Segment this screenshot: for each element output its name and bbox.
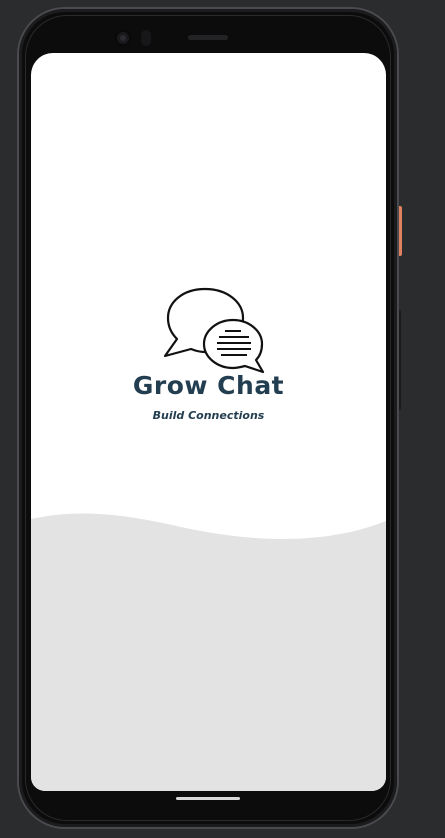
power-button[interactable] [397, 206, 402, 256]
volume-button[interactable] [398, 310, 401, 410]
splash-screen: Grow Chat Build Connections [31, 53, 386, 791]
proximity-sensor [141, 30, 151, 46]
app-title: Grow Chat [132, 371, 285, 400]
chat-bubbles-icon [163, 287, 265, 374]
wave-background [31, 513, 386, 791]
emulator-stage: Grow Chat Build Connections [0, 0, 445, 838]
app-tagline: Build Connections [152, 409, 265, 422]
front-camera [114, 29, 132, 47]
earpiece-speaker [188, 35, 228, 40]
home-indicator[interactable] [176, 797, 240, 800]
